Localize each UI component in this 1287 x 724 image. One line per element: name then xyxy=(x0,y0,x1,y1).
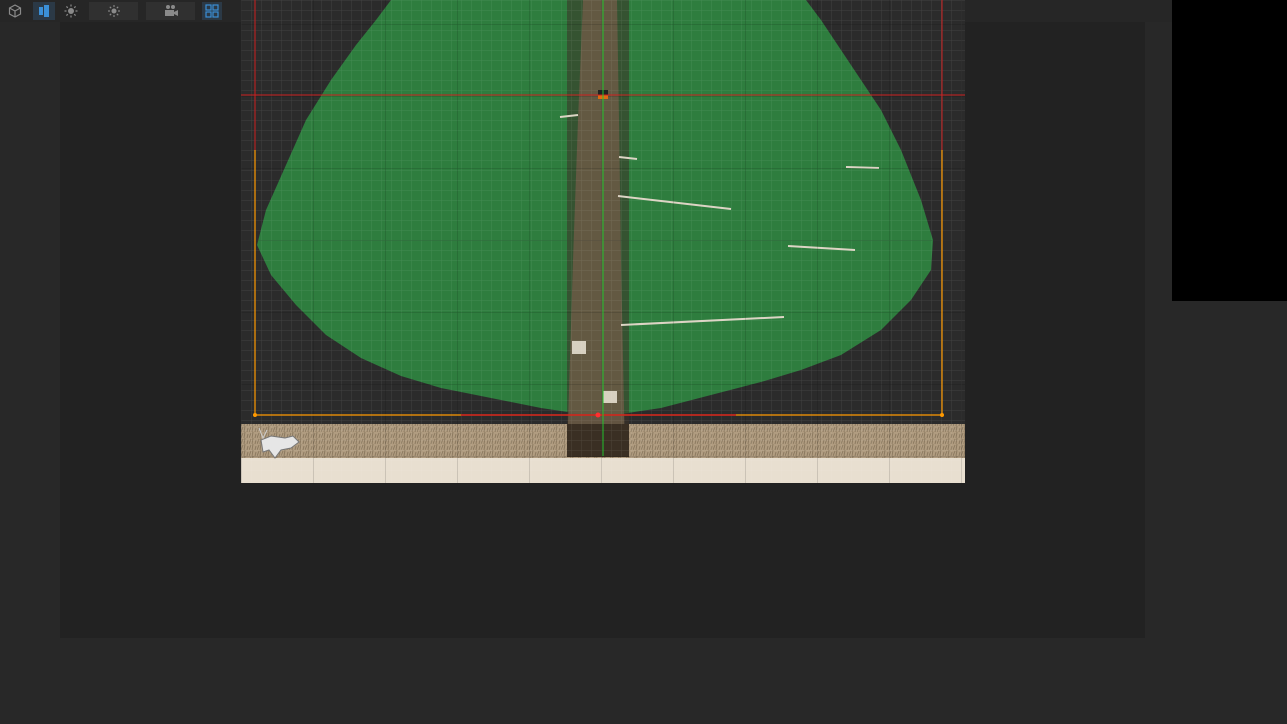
scene-canvas[interactable] xyxy=(241,0,965,483)
grid-icon xyxy=(205,4,219,18)
cube-icon xyxy=(8,4,22,18)
gizmos-toggle-button[interactable] xyxy=(202,2,222,20)
scene-view[interactable] xyxy=(241,0,965,483)
scene-lighting-dropdown[interactable] xyxy=(89,2,138,20)
sun-icon xyxy=(107,5,120,17)
lighting-toggle-button[interactable] xyxy=(60,2,82,20)
view-2d-toggle-button[interactable] xyxy=(33,2,55,20)
sun-icon xyxy=(64,4,78,18)
bounds-handle[interactable] xyxy=(940,413,944,417)
camera-icon xyxy=(164,5,178,16)
game-preview-panel xyxy=(1172,0,1287,301)
2d-view-icon xyxy=(39,5,49,17)
camera-dropdown[interactable] xyxy=(146,2,195,20)
bounds-handle[interactable] xyxy=(253,413,257,417)
view-3d-toggle-button[interactable] xyxy=(4,2,26,20)
pivot-handle[interactable] xyxy=(595,412,601,418)
